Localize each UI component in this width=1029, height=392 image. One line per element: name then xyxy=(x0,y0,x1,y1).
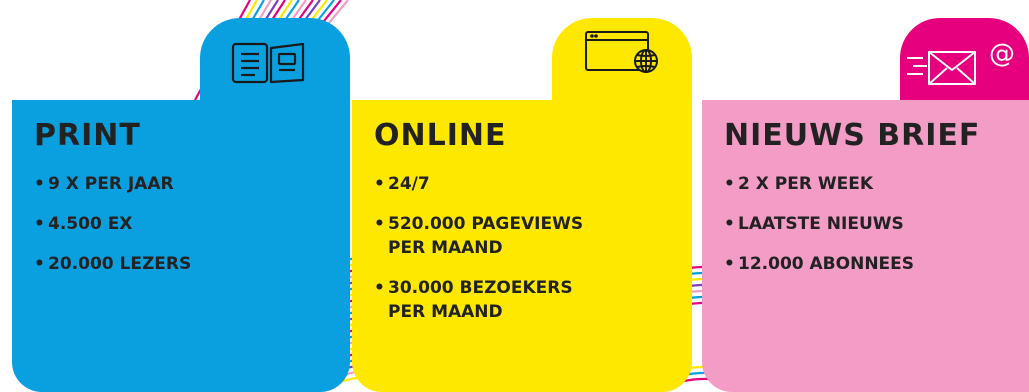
online-list: • 24/7 • 520.000 PAGEVIEWS PER MAAND • 30.00… xyxy=(374,172,583,340)
open-book-icon xyxy=(231,42,305,84)
svg-text:@: @ xyxy=(989,39,1015,69)
list-item: • LAATSTE NIEUWS xyxy=(724,214,904,234)
list-item: • 9 X PER JAAR xyxy=(34,174,174,194)
newsletter-list: • 2 X PER WEEK • LAATSTE NIEUWS • 12.000 AB… xyxy=(724,172,914,292)
list-item: • 4.500 EX xyxy=(34,214,133,234)
list-item: • 24/7 xyxy=(374,174,430,194)
list-item: • 520.000 PAGEVIEWS PER MAAND xyxy=(374,214,584,258)
online-title: ONLINE xyxy=(374,118,507,153)
list-item: • 12.000 ABONNEES xyxy=(724,254,915,274)
newsletter-card: NIEUWS BRIEF • 2 X PER WEEK • LAATSTE NIEU… xyxy=(702,100,1029,392)
online-card: ONLINE • 24/7 • 520.000 PAGEVIEWS PER MAAND… xyxy=(352,100,692,392)
list-item: • 30.000 BEZOEKERS PER MAAND xyxy=(374,278,573,322)
list-item: • 20.000 LEZERS xyxy=(34,254,192,274)
print-card: PRINT • 9 X PER JAAR • 4.500 EX • 20.000 LE… xyxy=(12,100,350,392)
list-item: • 2 X PER WEEK xyxy=(724,174,874,194)
email-at-icon: @ xyxy=(907,39,1015,85)
newsletter-title: NIEUWS BRIEF xyxy=(724,118,981,153)
print-title: PRINT xyxy=(34,118,141,153)
browser-globe-icon xyxy=(585,31,658,73)
print-list: • 9 X PER JAAR • 4.500 EX • 20.000 LEZERS xyxy=(34,172,191,292)
